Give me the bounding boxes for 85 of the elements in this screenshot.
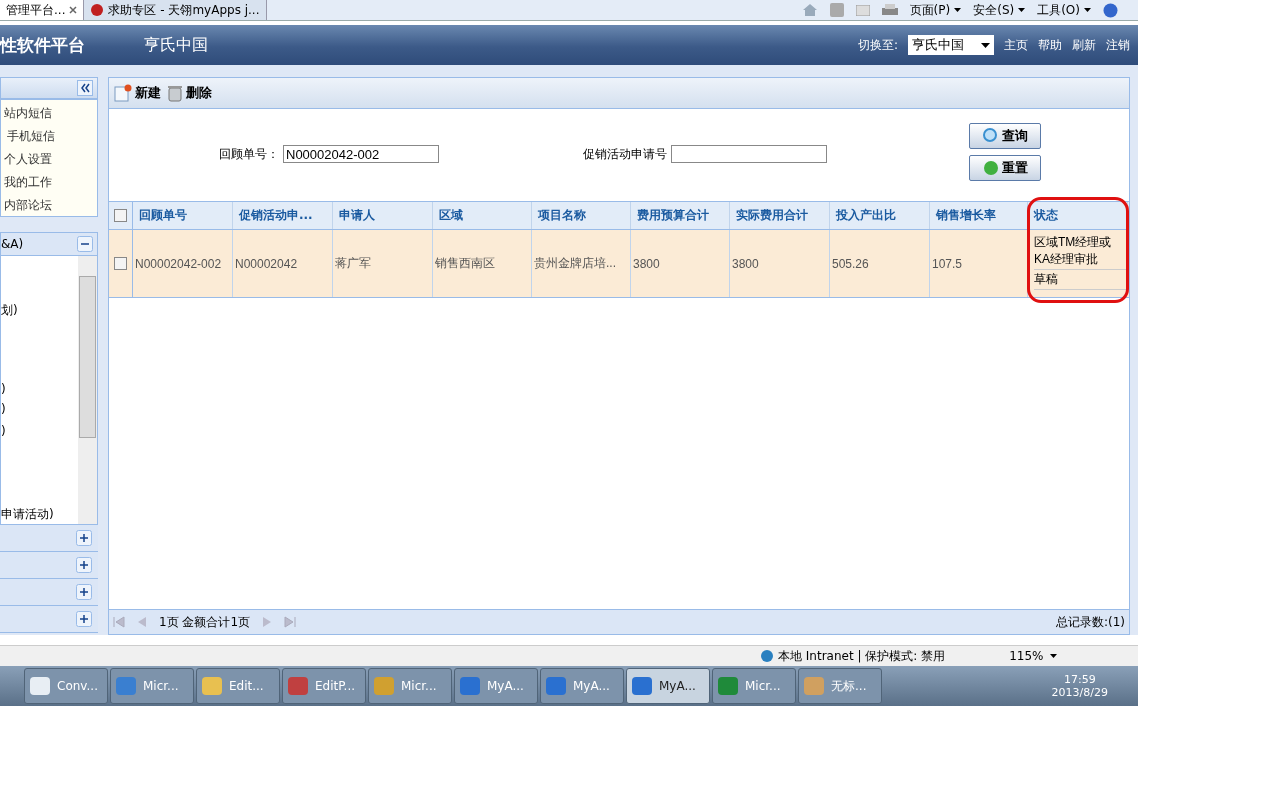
table-cell: 销售西南区 bbox=[433, 230, 532, 297]
tree-item[interactable]: 申请活动) bbox=[1, 506, 54, 523]
platform-title: 性软件平台 bbox=[0, 33, 86, 57]
command-menu[interactable]: 工具(O) bbox=[1037, 1, 1091, 19]
table-cell: 3800 bbox=[730, 230, 830, 297]
search-button[interactable]: 重置 bbox=[969, 155, 1041, 181]
plus-icon[interactable] bbox=[76, 611, 92, 627]
favicon-icon bbox=[90, 3, 105, 17]
previous-page-icon[interactable] bbox=[137, 616, 147, 628]
security-zone: 本地 Intranet | 保护模式: 禁用 bbox=[778, 647, 946, 665]
input-field[interactable] bbox=[671, 145, 827, 163]
switch-label: 切换至: bbox=[857, 36, 898, 54]
sidebar-item[interactable]: 个人设置 bbox=[4, 151, 94, 168]
header-link[interactable]: 帮助 bbox=[1038, 36, 1062, 54]
column-header[interactable]: 项目名称 bbox=[532, 202, 631, 229]
table-cell: 蒋广军 bbox=[333, 230, 433, 297]
column-header[interactable]: 促销活动申... bbox=[233, 202, 333, 229]
caret-icon bbox=[1018, 8, 1026, 12]
panel-title: &A) bbox=[1, 237, 24, 251]
collapse-icon[interactable] bbox=[77, 80, 93, 96]
column-header[interactable]: 状态 bbox=[1028, 202, 1128, 229]
caret-icon bbox=[1084, 8, 1091, 12]
column-header[interactable]: 投入产出比 bbox=[830, 202, 930, 229]
table-cell: N00002042-002 bbox=[133, 230, 233, 297]
next-page-icon[interactable] bbox=[262, 616, 273, 628]
column-header[interactable]: 区域 bbox=[433, 202, 532, 229]
input-field[interactable]: N00002042-002 bbox=[283, 145, 439, 163]
table-cell: 贵州金牌店培... bbox=[532, 230, 631, 297]
column-header[interactable]: 费用预算合计 bbox=[631, 202, 730, 229]
zoom-level[interactable]: 115% bbox=[1009, 649, 1057, 663]
record-count: 总记录数:(1) bbox=[1055, 613, 1125, 631]
sidebar-item[interactable]: 我的工作 bbox=[4, 174, 94, 191]
search-icon bbox=[982, 127, 1000, 145]
plus-icon[interactable] bbox=[76, 530, 92, 546]
field-label: 促销活动申请号 bbox=[583, 145, 667, 163]
toolbar-button[interactable]: 删除 bbox=[164, 84, 215, 102]
panel-header[interactable]: &A) bbox=[0, 232, 98, 256]
close-icon[interactable] bbox=[69, 6, 78, 14]
tree-item[interactable]: 划) bbox=[1, 302, 18, 319]
sidebar-item[interactable]: 站内短信 bbox=[4, 105, 94, 122]
column-header[interactable]: 回顾单号 bbox=[133, 202, 233, 229]
table-cell: N00002042 bbox=[233, 230, 333, 297]
scrollbar[interactable] bbox=[78, 256, 97, 524]
tree-item[interactable]: ) bbox=[1, 382, 6, 396]
field-label: 回顾单号： bbox=[219, 145, 279, 163]
column-header[interactable]: 销售增长率 bbox=[930, 202, 1028, 229]
browser-tab[interactable]: 管理平台... bbox=[0, 0, 85, 20]
table-cell: 505.26 bbox=[830, 230, 930, 297]
tree-item[interactable]: ) bbox=[1, 402, 6, 416]
plus-icon[interactable] bbox=[76, 584, 92, 600]
column-header[interactable]: 实际费用合计 bbox=[730, 202, 830, 229]
tree-item[interactable]: ) bbox=[1, 424, 6, 438]
last-page-icon[interactable] bbox=[284, 616, 297, 628]
plus-icon[interactable] bbox=[76, 557, 92, 573]
company-name: 亨氏中国 bbox=[144, 34, 208, 56]
command-menu[interactable]: 安全(S) bbox=[973, 1, 1026, 19]
caret-icon bbox=[954, 8, 962, 12]
command-menu[interactable]: 页面(P) bbox=[909, 1, 962, 19]
sidebar-item[interactable]: 手机短信 bbox=[4, 128, 94, 145]
company-select[interactable]: 亨氏中国 bbox=[908, 35, 994, 55]
toolbar-button[interactable]: 新建 bbox=[111, 84, 164, 102]
minus-icon[interactable] bbox=[77, 236, 93, 252]
table-cell: 3800 bbox=[631, 230, 730, 297]
header-link[interactable]: 注销 bbox=[1106, 36, 1130, 54]
caret-icon bbox=[1049, 654, 1057, 658]
status-entry: 草稿 bbox=[1034, 270, 1126, 290]
clock[interactable]: 17:59 2013/8/29 bbox=[1051, 673, 1138, 699]
header-link[interactable]: 主页 bbox=[1004, 36, 1028, 54]
first-page-icon[interactable] bbox=[113, 616, 125, 628]
column-header[interactable]: 申请人 bbox=[333, 202, 433, 229]
select-all-checkbox[interactable] bbox=[114, 209, 127, 222]
table-cell: 107.5 bbox=[930, 230, 1028, 297]
status-entry: 区域TM经理或KA经理审批 bbox=[1034, 233, 1126, 270]
search-button[interactable]: 查询 bbox=[969, 123, 1041, 149]
sidebar-item[interactable]: 内部论坛 bbox=[4, 197, 94, 214]
page-info: 1页 金额合计1页 bbox=[159, 613, 251, 631]
trash-icon bbox=[167, 84, 183, 102]
caret-icon bbox=[981, 42, 990, 48]
row-checkbox[interactable] bbox=[114, 257, 127, 270]
printer-icon[interactable] bbox=[881, 3, 898, 17]
new-document-icon bbox=[114, 84, 132, 102]
browser-tab[interactable]: 求助专区 - 天翎myApps j... bbox=[84, 0, 267, 20]
header-link[interactable]: 刷新 bbox=[1072, 36, 1096, 54]
taskbar-button[interactable]: MyA... bbox=[626, 668, 710, 704]
home-icon[interactable] bbox=[801, 3, 818, 17]
